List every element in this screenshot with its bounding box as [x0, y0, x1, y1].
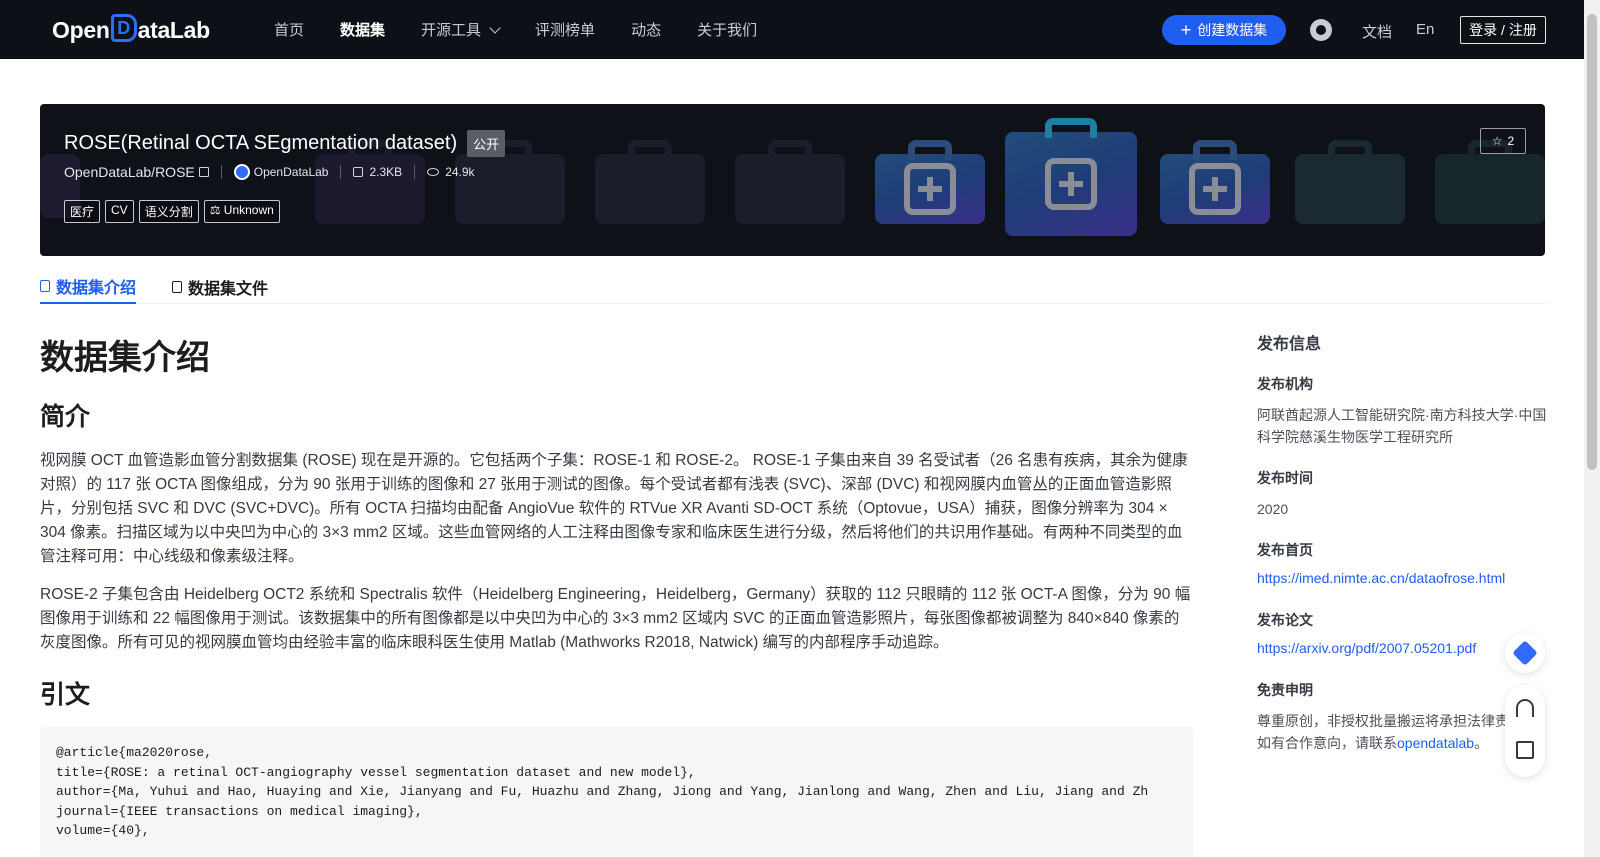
chevron-down-icon: [489, 21, 501, 34]
dataset-meta: OpenDataLab/ROSE OpenDataLab 2.3KB 24.9k: [64, 164, 475, 180]
paper-label: 发布论文: [1257, 612, 1313, 628]
star-icon: ☆: [1491, 134, 1503, 148]
kit-decoration: [1005, 118, 1137, 236]
dataset-tabs: 数据集介绍 数据集文件: [40, 262, 1545, 304]
main-nav: 首页 数据集 开源工具 评测榜单 动态 关于我们: [274, 0, 793, 59]
database-icon: [40, 280, 50, 292]
disclaimer-label: 免责申明: [1257, 682, 1313, 698]
date-value: 2020: [1257, 501, 1289, 517]
tab-intro-label: 数据集介绍: [56, 280, 137, 297]
nav-about-label: 关于我们: [697, 22, 758, 39]
nav-datasets[interactable]: 数据集: [340, 19, 385, 40]
license-label: Unknown: [223, 203, 274, 217]
nav-leaderboard-label: 评测榜单: [535, 22, 596, 39]
tab-intro[interactable]: 数据集介绍: [40, 270, 137, 304]
opendatalab-logo[interactable]: Open D ataLab: [52, 14, 211, 44]
dataset-title-row: ROSE(Retinal OCTA SEgmentation dataset) …: [64, 130, 506, 157]
login-register-button[interactable]: 登录 / 注册: [1460, 16, 1546, 44]
tag-medical[interactable]: 医疗: [64, 200, 101, 223]
dataset-tags: 医疗 CV 语义分割 ⚖ Unknown: [64, 200, 280, 223]
page-title: 数据集介绍: [40, 339, 210, 377]
docs-link[interactable]: 文档: [1362, 21, 1392, 42]
plus-icon: +: [1180, 20, 1192, 40]
create-dataset-button[interactable]: + 创建数据集: [1162, 15, 1286, 45]
org-avatar: [233, 164, 250, 180]
logo-text-post: ataLab: [137, 16, 211, 43]
citation-code-block[interactable]: @article{ma2020rose, title={ROSE: a reti…: [40, 727, 1193, 857]
main-content: 数据集介绍 简介 视网膜 OCT 血管造影血管分割数据集 (ROSE) 现在是开…: [40, 330, 1193, 857]
nav-datasets-label: 数据集: [340, 22, 386, 39]
disclaimer-line-2: 如有合作意向，请联系opendatalab。: [1257, 732, 1547, 754]
disclaimer-contact-text: 如有合作意向，请联系: [1257, 735, 1397, 751]
summary-paragraph-2: ROSE-2 子集包含由 Heidelberg OCT2 系统和 Spectra…: [40, 586, 1191, 651]
nav-home[interactable]: 首页: [274, 19, 304, 40]
edit-icon[interactable]: [1516, 741, 1534, 759]
release-info-title: 发布信息: [1257, 336, 1322, 353]
copy-icon[interactable]: [198, 167, 209, 177]
tag-semantic-segmentation[interactable]: 语义分割: [138, 200, 199, 223]
kit-decoration: [875, 140, 985, 224]
kit-decoration: [735, 140, 845, 224]
nav-open-tools-label: 开源工具: [421, 22, 482, 39]
disclaimer-line-1: 尊重原创，非授权批量搬运将承担法律责: [1257, 713, 1509, 729]
org-value: 阿联酋起源人工智能研究院·南方科技大学·中国科学院慈溪生物医学工程研究所: [1257, 407, 1547, 445]
tag-cv[interactable]: CV: [105, 200, 134, 223]
language-switch[interactable]: En: [1416, 21, 1434, 38]
citation-heading: 引文: [40, 681, 91, 709]
kit-decoration: [1435, 140, 1545, 224]
feishu-icon: [1512, 640, 1538, 666]
floating-toolbar: [1505, 685, 1545, 777]
nav-about[interactable]: 关于我们: [697, 19, 757, 40]
tab-files[interactable]: 数据集文件: [172, 270, 268, 304]
date-label: 发布时间: [1257, 470, 1313, 486]
org-name[interactable]: OpenDataLab: [254, 165, 329, 179]
headset-icon[interactable]: [1516, 699, 1534, 717]
eye-icon: [427, 168, 440, 176]
dataset-path[interactable]: OpenDataLab/ROSE: [64, 164, 195, 180]
view-count: 24.9k: [445, 165, 475, 179]
scrollbar-thumb[interactable]: [1587, 14, 1597, 470]
file-icon: [172, 281, 182, 293]
divider: [414, 165, 416, 179]
nav-open-tools[interactable]: 开源工具: [421, 19, 501, 40]
divider: [340, 165, 342, 179]
kit-decoration: [595, 140, 705, 224]
license-tag[interactable]: ⚖ Unknown: [203, 200, 280, 223]
opendatalab-contact-link[interactable]: opendatalab: [1397, 735, 1474, 751]
org-label: 发布机构: [1257, 376, 1313, 392]
storage-icon: [353, 167, 364, 177]
summary-heading: 简介: [40, 403, 91, 431]
dataset-size: 2.3KB: [369, 165, 403, 179]
divider: [220, 165, 222, 179]
feishu-button[interactable]: [1505, 633, 1545, 673]
logo-text-pre: Open: [52, 16, 110, 43]
top-navbar: Open D ataLab 首页 数据集 开源工具 评测榜单 动态 关于我们 +…: [0, 0, 1584, 59]
nav-home-label: 首页: [274, 22, 305, 39]
disclaimer-text: 尊重原创，非授权批量搬运将承担法律责 如有合作意向，请联系opendatalab…: [1257, 710, 1547, 754]
create-dataset-label: 创建数据集: [1197, 22, 1268, 38]
disclaimer-end: 。: [1474, 735, 1489, 751]
summary-paragraph-1: 视网膜 OCT 血管造影血管分割数据集 (ROSE) 现在是开源的。它包括两个子…: [40, 452, 1188, 565]
paper-link[interactable]: https://arxiv.org/pdf/2007.05201.pdf: [1257, 640, 1547, 656]
visibility-badge: 公开: [467, 130, 506, 157]
tab-files-label: 数据集文件: [188, 281, 269, 298]
dataset-banner: ROSE(Retinal OCTA SEgmentation dataset) …: [40, 104, 1545, 256]
scale-icon: ⚖: [209, 203, 224, 217]
nav-news-label: 动态: [631, 22, 662, 39]
logo-mark: D: [110, 14, 137, 42]
homepage-link[interactable]: https://imed.nimte.ac.cn/dataofrose.html: [1257, 570, 1547, 586]
release-info-sidebar: 发布信息 发布机构 阿联酋起源人工智能研究院·南方科技大学·中国科学院慈溪生物医…: [1257, 330, 1547, 774]
star-count: 2: [1507, 134, 1515, 148]
nav-news[interactable]: 动态: [631, 19, 661, 40]
homepage-label: 发布首页: [1257, 542, 1313, 558]
kit-decoration: [1160, 140, 1270, 224]
star-button[interactable]: ☆ 2: [1480, 128, 1526, 154]
nav-leaderboard[interactable]: 评测榜单: [535, 19, 595, 40]
dataset-title: ROSE(Retinal OCTA SEgmentation dataset): [64, 132, 458, 154]
page-scrollbar[interactable]: [1584, 0, 1600, 857]
github-icon[interactable]: [1310, 19, 1332, 41]
kit-decoration: [1295, 140, 1405, 224]
